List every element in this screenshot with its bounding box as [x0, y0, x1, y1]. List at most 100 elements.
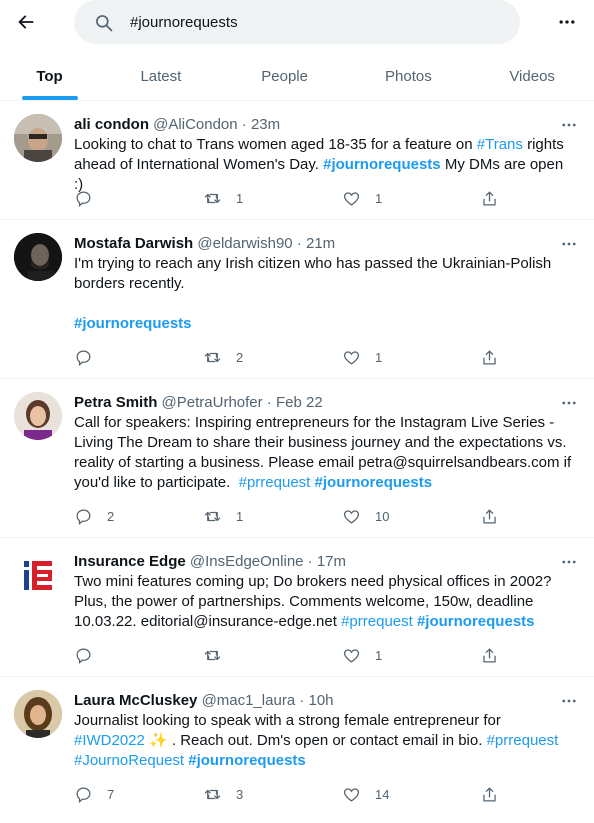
search-input[interactable]: [130, 10, 500, 34]
tweet[interactable]: Mostafa Darwish @eldarwish90 · 21m I'm t…: [0, 221, 594, 379]
avatar[interactable]: [14, 233, 62, 281]
author-name[interactable]: Laura McCluskey: [74, 692, 197, 709]
retweet-button[interactable]: 1: [203, 506, 243, 526]
retweet-icon: [204, 650, 221, 660]
avatar[interactable]: [14, 114, 62, 162]
like-button[interactable]: 1: [342, 645, 382, 665]
tab-latest[interactable]: Latest: [99, 52, 223, 100]
retweet-count: 2: [236, 349, 244, 365]
reply-button[interactable]: [74, 188, 107, 208]
hashtag-link[interactable]: #JournoRequest: [74, 752, 184, 769]
share-button[interactable]: [480, 784, 499, 804]
hashtag-link[interactable]: #prrequest: [341, 613, 413, 630]
retweet-button[interactable]: 1: [203, 188, 243, 208]
avatar[interactable]: [14, 690, 62, 738]
share-button[interactable]: [480, 506, 499, 526]
hashtag-link[interactable]: #journorequests: [417, 613, 535, 630]
avatar-image: [14, 114, 62, 162]
retweet-icon: [204, 193, 221, 203]
avatar[interactable]: [14, 392, 62, 440]
reply-icon: [76, 509, 91, 525]
heart-icon: [343, 191, 360, 206]
like-button[interactable]: 1: [342, 347, 382, 367]
tweet-more-button[interactable]: [557, 552, 581, 572]
hashtag-link[interactable]: #journorequests: [315, 474, 433, 491]
tab-label: People: [261, 67, 308, 85]
hashtag-link[interactable]: #prrequest: [239, 474, 311, 491]
tab-people[interactable]: People: [223, 52, 347, 100]
tab-label: Videos: [509, 67, 555, 85]
like-count: 1: [375, 647, 383, 663]
heart-icon: [343, 787, 360, 802]
back-button[interactable]: [12, 8, 40, 36]
hashtag-link[interactable]: #journorequests: [188, 752, 306, 769]
tweet[interactable]: Laura McCluskey @mac1_laura · 10h Journa…: [0, 678, 594, 823]
hashtag-link[interactable]: #journorequests: [323, 156, 441, 173]
search-bar[interactable]: [74, 0, 520, 44]
author-name[interactable]: Insurance Edge: [74, 553, 186, 570]
author-name[interactable]: ali condon: [74, 116, 149, 133]
like-count: 1: [375, 190, 383, 206]
like-count: 14: [375, 786, 390, 802]
search-tabs: Top Latest People Photos Videos: [0, 52, 594, 101]
heart-icon: [343, 350, 360, 365]
tweet[interactable]: ali condon @AliCondon · 23m Looking to c…: [0, 102, 594, 220]
text: borders recently.: [74, 275, 185, 292]
share-icon: [483, 509, 496, 523]
author-handle-time[interactable]: @AliCondon · 23m: [153, 116, 280, 133]
share-button[interactable]: [480, 347, 499, 367]
tweet-more-button[interactable]: [557, 691, 581, 711]
share-button[interactable]: [480, 645, 499, 665]
more-horizontal-icon: [562, 560, 576, 564]
text: Living The Dream to share their business…: [74, 434, 567, 451]
tab-top[interactable]: Top: [0, 52, 99, 100]
tweet[interactable]: Petra Smith @PetraUrhofer · Feb 22 Call …: [0, 380, 594, 538]
tweet-header: Petra Smith @PetraUrhofer · Feb 22: [74, 393, 323, 413]
retweet-button[interactable]: [203, 645, 236, 665]
hashtag-link[interactable]: #IWD2022: [74, 732, 145, 749]
hashtag-link[interactable]: #journorequests: [74, 315, 192, 332]
tweet-more-button[interactable]: [557, 234, 581, 254]
reply-button[interactable]: 7: [74, 784, 114, 804]
tab-videos[interactable]: Videos: [470, 52, 594, 100]
tweet-header: ali condon @AliCondon · 23m: [74, 115, 280, 135]
tab-photos[interactable]: Photos: [347, 52, 471, 100]
author-name[interactable]: Petra Smith: [74, 394, 157, 411]
like-button[interactable]: 1: [342, 188, 382, 208]
retweet-button[interactable]: 3: [203, 784, 243, 804]
text: Plus, the power of partnerships. Comment…: [74, 593, 534, 610]
more-options-button[interactable]: [555, 10, 579, 34]
retweet-button[interactable]: 2: [203, 347, 243, 367]
reply-button[interactable]: [74, 347, 107, 367]
more-horizontal-icon: [562, 123, 576, 127]
hashtag-link[interactable]: #Trans: [477, 136, 523, 153]
avatar-image: [14, 690, 62, 738]
avatar[interactable]: [14, 551, 62, 599]
tweet-text: Looking to chat to Trans women aged 18-3…: [74, 135, 574, 195]
avatar-image: [14, 392, 62, 440]
text: Call for speakers: Inspiring entrepreneu…: [74, 414, 555, 431]
author-handle-time[interactable]: @PetraUrhofer · Feb 22: [162, 394, 323, 411]
text: I'm trying to reach any Irish citizen wh…: [74, 255, 552, 272]
text: rights: [522, 136, 564, 153]
tweet-more-button[interactable]: [557, 393, 581, 413]
reply-button[interactable]: 2: [74, 506, 114, 526]
author-handle-time[interactable]: @mac1_laura · 10h: [202, 692, 334, 709]
insurance-edge-logo: [24, 561, 52, 590]
like-button[interactable]: 14: [342, 784, 389, 804]
tweet-text: I'm trying to reach any Irish citizen wh…: [74, 254, 574, 334]
tweet-actions: 1 1: [74, 188, 514, 208]
like-button[interactable]: 10: [342, 506, 389, 526]
tweet-text: Two mini features coming up; Do brokers …: [74, 572, 574, 632]
author-handle-time[interactable]: @InsEdgeOnline · 17m: [190, 553, 346, 570]
author-name[interactable]: Mostafa Darwish: [74, 235, 193, 252]
share-button[interactable]: [480, 188, 499, 208]
reply-button[interactable]: [74, 645, 107, 665]
heart-icon: [343, 648, 360, 663]
tweet-more-button[interactable]: [557, 115, 581, 135]
hashtag-link[interactable]: #prrequest: [487, 732, 559, 749]
tweet[interactable]: Insurance Edge @InsEdgeOnline · 17m Two …: [0, 539, 594, 677]
share-icon: [483, 350, 496, 364]
author-handle-time[interactable]: @eldarwish90 · 21m: [197, 235, 335, 252]
tweet-actions: 1: [74, 645, 514, 665]
